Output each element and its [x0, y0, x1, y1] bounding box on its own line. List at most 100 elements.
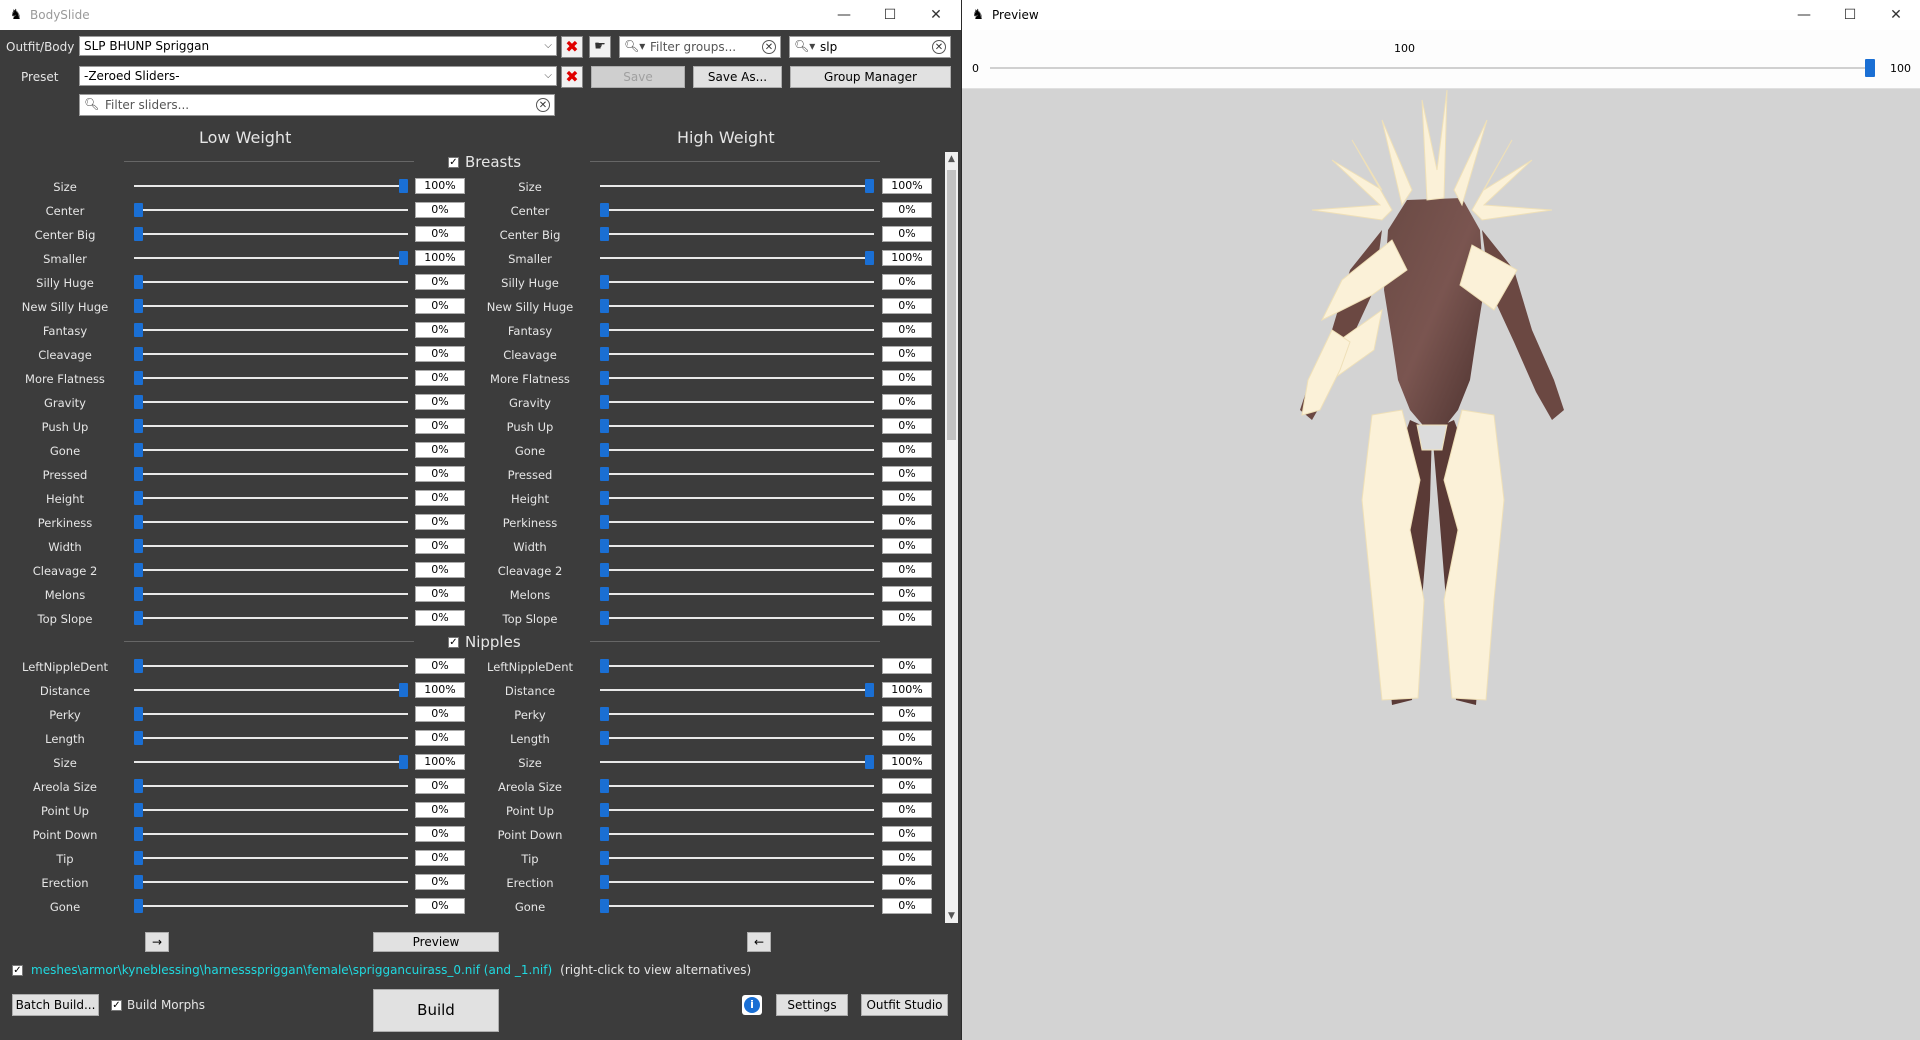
- low-slider-track[interactable]: [134, 353, 408, 355]
- build-morphs-option[interactable]: ✓ Build Morphs: [111, 998, 205, 1012]
- low-slider-value[interactable]: 0%: [415, 298, 465, 314]
- build-button[interactable]: Build: [373, 989, 499, 1032]
- high-slider-thumb[interactable]: [600, 491, 609, 505]
- low-slider-value[interactable]: 0%: [415, 562, 465, 578]
- low-slider-thumb[interactable]: [134, 467, 143, 481]
- low-slider-value[interactable]: 0%: [415, 538, 465, 554]
- high-slider-track[interactable]: [600, 497, 874, 499]
- low-slider-thumb[interactable]: [134, 779, 143, 793]
- low-slider-thumb[interactable]: [399, 179, 408, 193]
- high-slider-track[interactable]: [600, 281, 874, 283]
- low-slider-track[interactable]: [134, 233, 408, 235]
- high-slider-value[interactable]: 0%: [882, 298, 932, 314]
- build-morphs-checkbox[interactable]: ✓: [111, 999, 122, 1011]
- high-slider-thumb[interactable]: [865, 179, 874, 193]
- low-slider-track[interactable]: [134, 737, 408, 739]
- low-slider-track[interactable]: [134, 425, 408, 427]
- low-slider-value[interactable]: 0%: [415, 418, 465, 434]
- high-slider-track[interactable]: [600, 761, 874, 763]
- low-slider-value[interactable]: 0%: [415, 802, 465, 818]
- low-slider-track[interactable]: [134, 521, 408, 523]
- high-slider-thumb[interactable]: [600, 587, 609, 601]
- high-slider-value[interactable]: 0%: [882, 658, 932, 674]
- low-slider-thumb[interactable]: [134, 227, 143, 241]
- high-slider-value[interactable]: 0%: [882, 490, 932, 506]
- low-slider-thumb[interactable]: [134, 731, 143, 745]
- high-slider-value[interactable]: 100%: [882, 178, 932, 194]
- low-slider-track[interactable]: [134, 305, 408, 307]
- output-path-checkbox[interactable]: ✓: [12, 964, 23, 976]
- low-slider-track[interactable]: [134, 281, 408, 283]
- low-slider-track[interactable]: [134, 665, 408, 667]
- low-slider-thumb[interactable]: [134, 563, 143, 577]
- low-slider-value[interactable]: 0%: [415, 514, 465, 530]
- low-slider-track[interactable]: [134, 497, 408, 499]
- settings-button[interactable]: Settings: [776, 994, 848, 1016]
- low-slider-track[interactable]: [134, 449, 408, 451]
- high-slider-track[interactable]: [600, 809, 874, 811]
- low-slider-thumb[interactable]: [134, 803, 143, 817]
- low-slider-track[interactable]: [134, 833, 408, 835]
- low-slider-value[interactable]: 100%: [415, 250, 465, 266]
- high-slider-value[interactable]: 0%: [882, 466, 932, 482]
- low-slider-track[interactable]: [134, 713, 408, 715]
- low-slider-value[interactable]: 100%: [415, 682, 465, 698]
- scroll-up-icon[interactable]: ▲: [945, 152, 958, 166]
- low-slider-value[interactable]: 0%: [415, 202, 465, 218]
- group-header[interactable]: ✓ Breasts: [448, 153, 521, 171]
- low-slider-track[interactable]: [134, 569, 408, 571]
- low-slider-thumb[interactable]: [134, 275, 143, 289]
- high-slider-value[interactable]: 0%: [882, 346, 932, 362]
- weight-slider-thumb[interactable]: [1865, 59, 1875, 77]
- preview-close-button[interactable]: ✕: [1873, 0, 1919, 30]
- high-slider-value[interactable]: 0%: [882, 874, 932, 890]
- high-slider-thumb[interactable]: [600, 323, 609, 337]
- high-slider-value[interactable]: 0%: [882, 202, 932, 218]
- low-slider-value[interactable]: 0%: [415, 586, 465, 602]
- low-slider-track[interactable]: [134, 185, 408, 187]
- high-slider-value[interactable]: 0%: [882, 394, 932, 410]
- low-slider-value[interactable]: 0%: [415, 490, 465, 506]
- high-slider-track[interactable]: [600, 257, 874, 259]
- high-slider-thumb[interactable]: [600, 371, 609, 385]
- high-slider-track[interactable]: [600, 209, 874, 211]
- low-slider-value[interactable]: 0%: [415, 274, 465, 290]
- high-slider-track[interactable]: [600, 329, 874, 331]
- low-slider-value[interactable]: 0%: [415, 898, 465, 914]
- low-slider-track[interactable]: [134, 857, 408, 859]
- low-slider-thumb[interactable]: [134, 899, 143, 913]
- low-slider-thumb[interactable]: [134, 539, 143, 553]
- low-slider-track[interactable]: [134, 689, 408, 691]
- high-slider-thumb[interactable]: [600, 227, 609, 241]
- high-slider-track[interactable]: [600, 905, 874, 907]
- weight-slider-track[interactable]: [990, 67, 1870, 69]
- low-slider-track[interactable]: [134, 593, 408, 595]
- low-slider-thumb[interactable]: [399, 251, 408, 265]
- low-slider-value[interactable]: 0%: [415, 706, 465, 722]
- group-checkbox[interactable]: ✓: [448, 156, 459, 168]
- high-slider-thumb[interactable]: [600, 659, 609, 673]
- preview-maximize-button[interactable]: ☐: [1827, 0, 1873, 30]
- high-slider-value[interactable]: 0%: [882, 442, 932, 458]
- high-slider-track[interactable]: [600, 857, 874, 859]
- high-slider-thumb[interactable]: [600, 419, 609, 433]
- high-slider-track[interactable]: [600, 185, 874, 187]
- high-slider-track[interactable]: [600, 233, 874, 235]
- high-slider-track[interactable]: [600, 833, 874, 835]
- low-slider-track[interactable]: [134, 761, 408, 763]
- high-slider-thumb[interactable]: [600, 827, 609, 841]
- low-slider-thumb[interactable]: [134, 395, 143, 409]
- high-slider-track[interactable]: [600, 545, 874, 547]
- low-slider-value[interactable]: 0%: [415, 778, 465, 794]
- high-slider-thumb[interactable]: [600, 539, 609, 553]
- low-slider-value[interactable]: 0%: [415, 442, 465, 458]
- low-slider-track[interactable]: [134, 209, 408, 211]
- low-slider-value[interactable]: 0%: [415, 394, 465, 410]
- low-slider-thumb[interactable]: [399, 755, 408, 769]
- high-slider-value[interactable]: 0%: [882, 898, 932, 914]
- high-slider-thumb[interactable]: [600, 467, 609, 481]
- low-slider-value[interactable]: 0%: [415, 826, 465, 842]
- high-slider-thumb[interactable]: [600, 443, 609, 457]
- high-slider-value[interactable]: 100%: [882, 754, 932, 770]
- high-slider-value[interactable]: 0%: [882, 370, 932, 386]
